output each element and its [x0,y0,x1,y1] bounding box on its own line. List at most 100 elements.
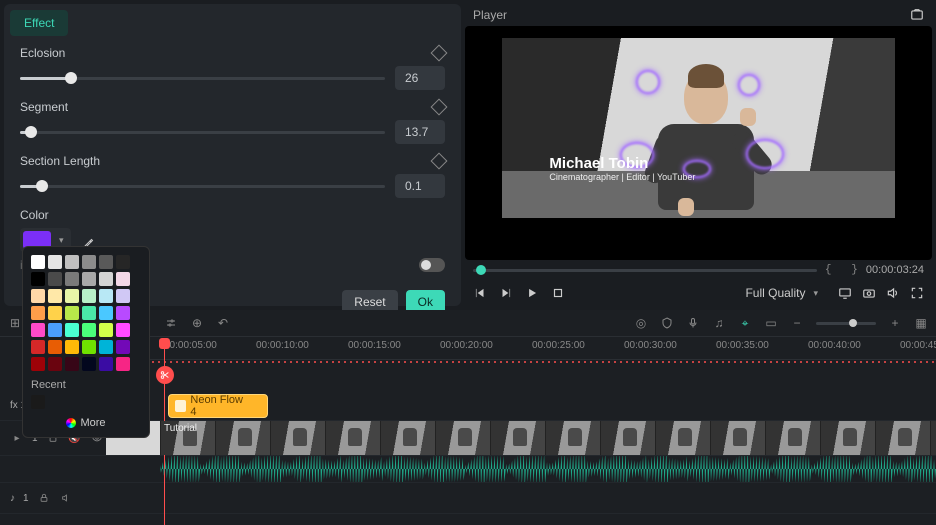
speaker-icon[interactable] [59,491,73,505]
color-swatch[interactable] [31,340,45,354]
audio-track-icon: ♪ [10,493,15,504]
ruler-tick: 00:00:05:00 [164,340,217,351]
lock-icon[interactable] [37,491,51,505]
color-swatch[interactable] [65,289,79,303]
color-swatch[interactable] [48,323,62,337]
color-swatch[interactable] [99,357,113,371]
next-frame-icon[interactable] [499,286,513,300]
color-swatch[interactable] [82,357,96,371]
param-color: Color ▾ [4,198,461,252]
color-swatch[interactable] [99,306,113,320]
lower-third: Michael Tobin Cinematographer | Editor |… [549,155,695,182]
quality-dropdown[interactable]: Full Quality▾ [739,284,828,302]
zoom-in-icon[interactable]: + [888,316,902,330]
color-swatch[interactable] [48,272,62,286]
color-swatch[interactable] [116,357,130,371]
time-ruler[interactable]: 00:00:05:0000:00:10:0000:00:15:0000:00:2… [96,337,936,360]
camera-icon[interactable] [862,286,876,300]
ruler-tick: 00:00:25:00 [532,340,585,351]
tab-effect[interactable]: Effect [10,10,68,36]
color-swatch[interactable] [82,255,96,269]
eclosion-value[interactable]: 26 [395,66,445,90]
color-swatch[interactable] [48,306,62,320]
color-swatch[interactable] [65,340,79,354]
color-swatch[interactable] [48,357,62,371]
color-swatch[interactable] [99,272,113,286]
waveform[interactable] [160,456,936,482]
frame-icon[interactable]: ▭ [764,316,778,330]
color-wheel-icon [66,418,76,428]
layout-icon[interactable]: ▦ [914,316,928,330]
snapshot-icon[interactable] [910,8,924,22]
keyframe-icon[interactable] [431,45,448,62]
undo-icon[interactable]: ↶ [216,316,230,330]
color-swatch[interactable] [65,272,79,286]
section-value[interactable]: 0.1 [395,174,445,198]
fullscreen-icon[interactable] [910,286,924,300]
color-swatch[interactable] [31,357,45,371]
color-swatch[interactable] [82,272,96,286]
grid-icon[interactable]: ⊞ [8,316,22,330]
section-slider[interactable] [20,185,385,188]
color-swatch[interactable] [48,255,62,269]
play-icon[interactable] [525,286,539,300]
volume-icon[interactable] [886,286,900,300]
color-swatch[interactable] [116,289,130,303]
more-colors-button[interactable]: More [31,417,141,429]
color-swatch[interactable] [65,357,79,371]
keyframe-icon[interactable] [431,153,448,170]
color-swatch[interactable] [31,323,45,337]
segment-value[interactable]: 13.7 [395,120,445,144]
mic-icon[interactable] [686,316,700,330]
speed-icon[interactable]: ⊕ [190,316,204,330]
color-swatch[interactable] [31,306,45,320]
video-clip[interactable] [106,421,936,455]
eclosion-slider[interactable] [20,77,385,80]
fx-clip[interactable]: Neon Flow 4 [168,394,268,418]
color-swatch[interactable] [48,289,62,303]
segment-slider[interactable] [20,131,385,134]
adjust-icon[interactable] [164,316,178,330]
note2-icon[interactable]: ♫ [712,316,726,330]
ruler-tick: 00:00:10:00 [256,340,309,351]
color-swatch[interactable] [31,272,45,286]
snap-icon[interactable]: ⌖ [738,316,752,330]
marker-braces[interactable]: { } [825,264,858,276]
target-icon[interactable]: ◎ [634,316,648,330]
color-swatch[interactable] [116,272,130,286]
prev-frame-icon[interactable] [473,286,487,300]
keyframe-icon[interactable] [431,99,448,116]
player-scrubber[interactable] [473,269,817,272]
color-swatch[interactable] [99,340,113,354]
color-swatch[interactable] [99,323,113,337]
effect-toggle[interactable] [419,258,445,272]
color-swatch[interactable] [82,323,96,337]
color-swatch[interactable] [65,255,79,269]
display-icon[interactable] [838,286,852,300]
color-swatch[interactable] [99,289,113,303]
preview-viewport[interactable]: Michael Tobin Cinematographer | Editor |… [465,26,932,260]
cut-icon[interactable] [156,366,174,384]
chevron-down-icon: ▾ [809,288,822,299]
timecode: 00:00:03:24 [866,264,924,276]
zoom-slider[interactable] [816,322,876,325]
color-swatch[interactable] [116,340,130,354]
zoom-out-icon[interactable]: − [790,316,804,330]
color-swatch[interactable] [82,306,96,320]
color-swatch[interactable] [48,340,62,354]
color-swatch[interactable] [116,323,130,337]
color-swatch[interactable] [99,255,113,269]
recent-swatch[interactable] [31,395,45,409]
color-swatch[interactable] [31,255,45,269]
color-swatch[interactable] [31,289,45,303]
ruler-tick: 00:00:35:00 [716,340,769,351]
color-swatch[interactable] [82,289,96,303]
color-swatch[interactable] [65,323,79,337]
label: Color [20,208,49,222]
color-swatch[interactable] [65,306,79,320]
color-swatch[interactable] [116,255,130,269]
shield-icon[interactable] [660,316,674,330]
color-swatch[interactable] [116,306,130,320]
stop-icon[interactable] [551,286,565,300]
color-swatch[interactable] [82,340,96,354]
